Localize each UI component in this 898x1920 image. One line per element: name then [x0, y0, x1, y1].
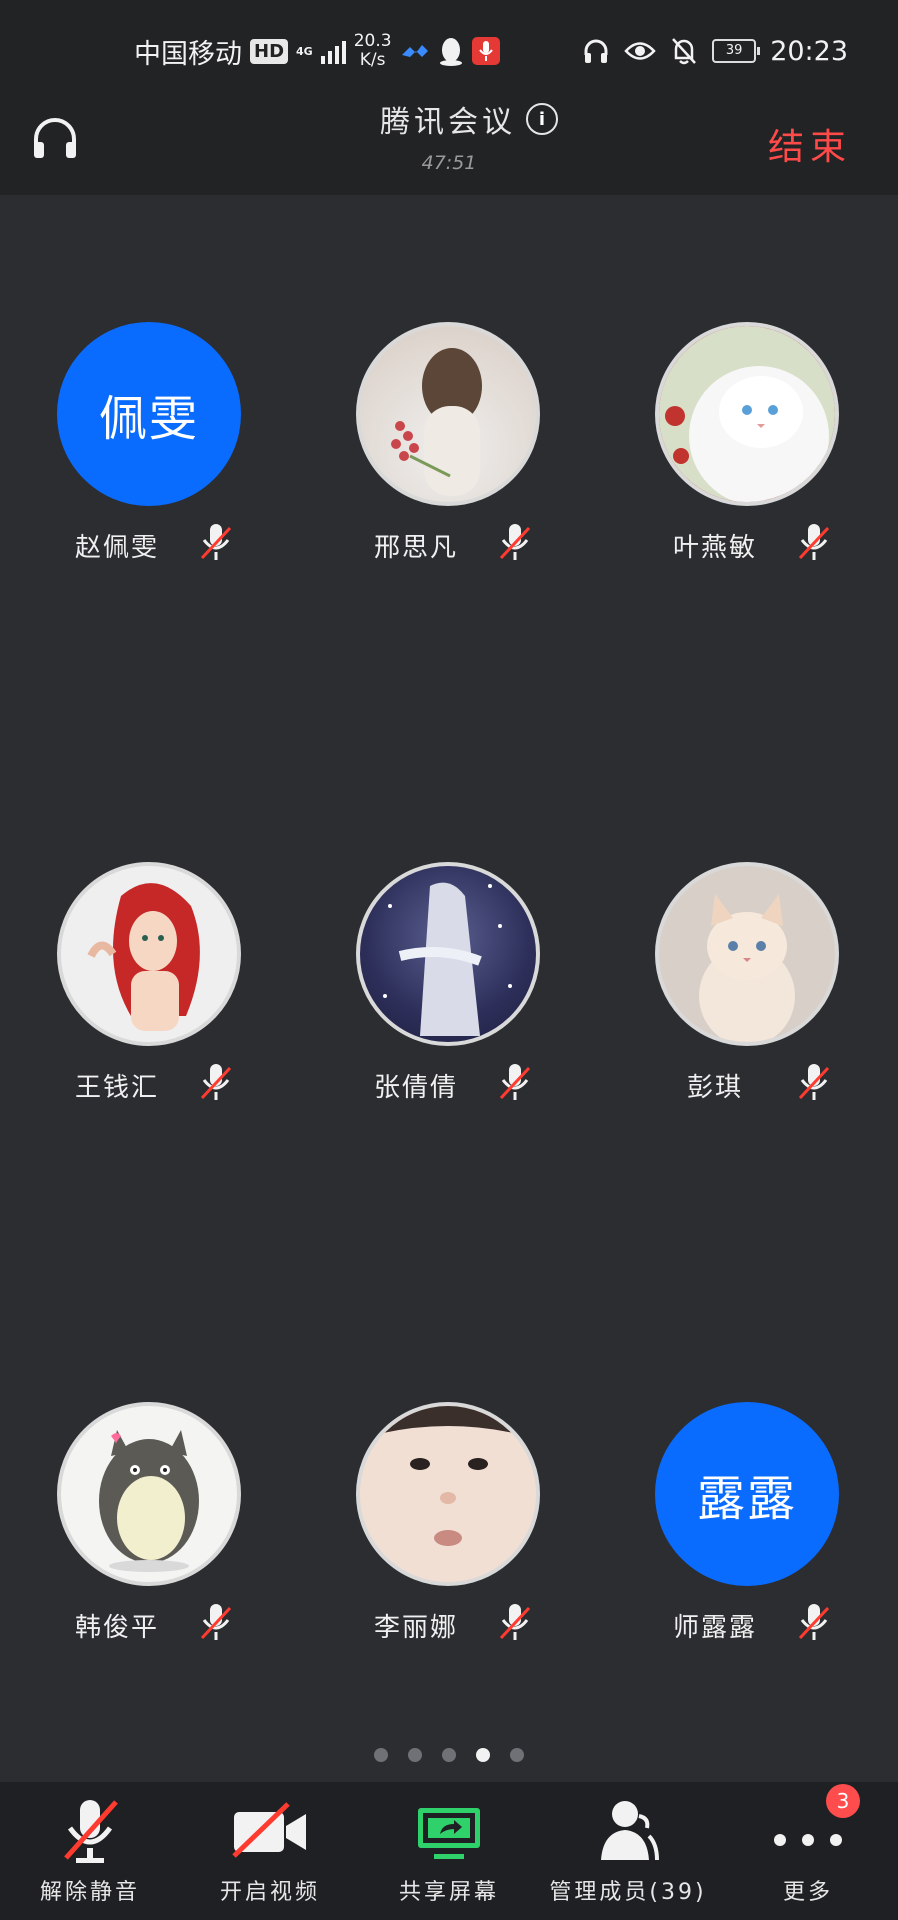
network-type: 4G — [296, 44, 313, 58]
page-dot[interactable] — [442, 1748, 456, 1762]
participant-tile[interactable]: 邢思凡 — [301, 322, 601, 582]
speed-unit: K/s — [359, 50, 386, 70]
page-dot-active[interactable] — [476, 1748, 490, 1762]
page-dot[interactable] — [374, 1748, 388, 1762]
more-button[interactable]: 3 更多 — [718, 1782, 898, 1920]
meeting-timer: 47:51 — [421, 152, 477, 174]
status-right: 39 20:23 — [582, 28, 848, 74]
feishu-app-icon — [401, 45, 428, 57]
participant-name: 邢思凡 — [373, 533, 458, 563]
mic-muted-icon — [798, 1064, 830, 1100]
participant-tile[interactable]: 露露 师露露 — [600, 1402, 898, 1662]
participant-tile[interactable]: 佩雯 赵佩雯 — [2, 322, 302, 582]
status-bar: 中国移动 HD 4G 20.3 K/s 39 20:23 — [0, 0, 898, 100]
eye-icon — [624, 42, 656, 60]
network-speed: 20.3 K/s — [354, 32, 392, 70]
avatar-text: 露露 — [696, 1471, 797, 1527]
meeting-header: 腾讯会议 i 47:51 结束 — [0, 100, 898, 195]
participant-tile[interactable]: 彭琪 — [600, 862, 898, 1122]
mic-muted-icon — [200, 1064, 232, 1100]
video-off-icon — [232, 1802, 306, 1858]
members-icon — [601, 1801, 659, 1861]
end-meeting-button[interactable]: 结束 — [768, 118, 852, 170]
start-video-button[interactable]: 开启视频 — [180, 1782, 360, 1920]
qq-penguin-icon — [439, 38, 462, 66]
participant-tile[interactable]: 李丽娜 — [301, 1402, 601, 1662]
avatar-text: 佩雯 — [98, 391, 199, 447]
mic-muted-icon — [798, 524, 830, 560]
avatar: 佩雯 — [57, 322, 241, 506]
mic-muted-icon — [798, 1604, 830, 1640]
share-screen-button[interactable]: 共享屏幕 — [359, 1782, 539, 1920]
carrier-name: 中国移动 — [134, 38, 242, 70]
mic-off-icon — [64, 1800, 118, 1863]
participant-tile[interactable]: 叶燕敏 — [600, 322, 898, 582]
participant-tile[interactable]: 韩俊平 — [2, 1402, 302, 1662]
mic-muted-icon — [200, 524, 232, 560]
avatar — [356, 322, 540, 506]
signal-icon — [320, 38, 346, 64]
participant-name: 赵佩雯 — [74, 533, 159, 563]
page-indicator — [0, 1748, 898, 1762]
headphone-status-icon — [584, 39, 608, 63]
share-screen-icon — [418, 1808, 480, 1859]
participant-name: 师露露 — [672, 1613, 757, 1643]
mic-muted-icon — [200, 1604, 232, 1640]
avatar — [356, 862, 540, 1046]
participant-tile[interactable]: 张倩倩 — [301, 862, 601, 1122]
unmute-button[interactable]: 解除静音 — [0, 1782, 180, 1920]
recording-mic-icon — [471, 37, 500, 65]
page-dot[interactable] — [408, 1748, 422, 1762]
participant-tile[interactable]: 王钱汇 — [2, 862, 302, 1122]
mic-muted-icon — [499, 1064, 531, 1100]
participant-name: 韩俊平 — [74, 1613, 159, 1643]
participant-name: 彭琪 — [686, 1073, 743, 1103]
mic-muted-icon — [499, 524, 531, 560]
status-left: 中国移动 HD 4G 20.3 K/s — [134, 28, 500, 74]
participant-name: 张倩倩 — [373, 1073, 458, 1103]
meeting-title-group[interactable]: 腾讯会议 i — [380, 100, 558, 140]
avatar — [57, 862, 241, 1046]
avatar — [356, 1402, 540, 1586]
hd-badge: HD — [250, 38, 289, 64]
speed-value: 20.3 — [353, 31, 392, 51]
battery-icon: 39 — [712, 39, 761, 63]
more-label: 更多 — [782, 1880, 833, 1905]
manage-members-label: 管理成员(39) — [549, 1880, 707, 1905]
mic-muted-icon — [499, 1604, 531, 1640]
avatar — [655, 322, 839, 506]
notification-badge: 3 — [826, 1784, 860, 1818]
participant-name: 李丽娜 — [373, 1613, 458, 1643]
share-screen-label: 共享屏幕 — [398, 1880, 499, 1905]
bell-off-icon — [672, 38, 697, 65]
participant-name: 叶燕敏 — [672, 533, 757, 563]
meeting-title: 腾讯会议 — [380, 105, 516, 140]
start-video-label: 开启视频 — [219, 1880, 320, 1905]
clock: 20:23 — [770, 35, 848, 67]
battery-level: 39 — [725, 43, 743, 58]
meeting-screen: 中国移动 HD 4G 20.3 K/s 39 20:23 腾讯会议 i 47:5… — [0, 0, 898, 1920]
info-icon[interactable]: i — [526, 103, 558, 135]
meeting-toolbar: 解除静音 开启视频 共享屏幕 管理成员(39) 3 更多 — [0, 1782, 898, 1920]
avatar — [57, 1402, 241, 1586]
participant-name: 王钱汇 — [74, 1073, 159, 1103]
page-dot[interactable] — [510, 1748, 524, 1762]
manage-members-button[interactable]: 管理成员(39) — [538, 1782, 718, 1920]
avatar: 露露 — [655, 1402, 839, 1586]
avatar — [655, 862, 839, 1046]
unmute-label: 解除静音 — [39, 1880, 140, 1905]
